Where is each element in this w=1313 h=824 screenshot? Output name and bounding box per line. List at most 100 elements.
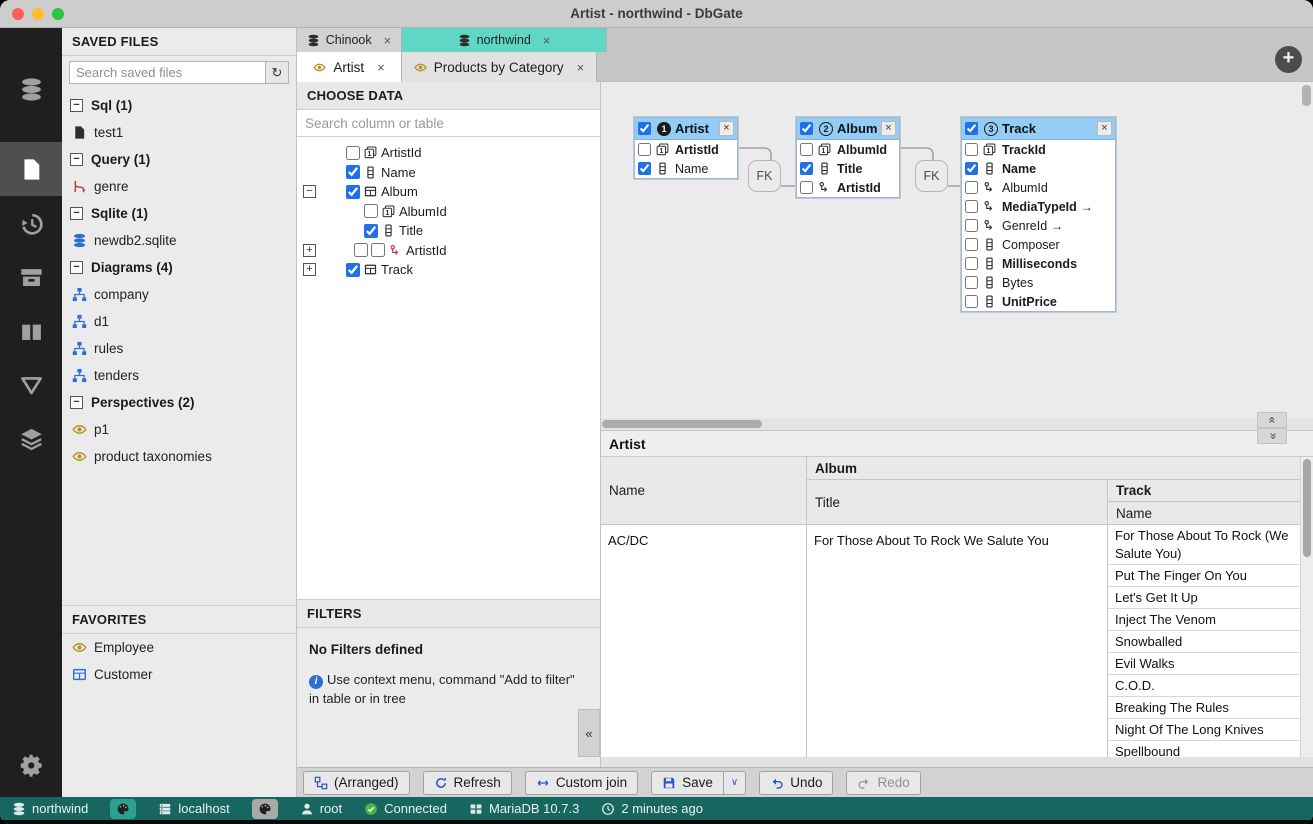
diagram-column-track-milliseconds[interactable]: Milliseconds: [962, 254, 1115, 273]
checkbox-artistid[interactable]: [346, 146, 360, 160]
collapse-designer-button[interactable]: «: [1257, 412, 1287, 428]
checkbox-albumid[interactable]: [364, 204, 378, 218]
tree-item-album[interactable]: −Album: [297, 182, 600, 202]
diagram-column-track-bytes[interactable]: Bytes: [962, 273, 1115, 292]
collapse-panel-button[interactable]: «: [578, 709, 600, 757]
album-title-cell[interactable]: For Those About To Rock We Salute You: [807, 525, 1107, 556]
diagram-column-track-name[interactable]: Name: [962, 159, 1115, 178]
table-checkbox-artist[interactable]: [638, 122, 651, 135]
column-checkbox-title[interactable]: [800, 162, 813, 175]
saved-files-search-input[interactable]: [69, 61, 266, 84]
track-cell[interactable]: Night Of The Long Knives: [1108, 719, 1300, 741]
diagram-column-track-composer[interactable]: Composer: [962, 235, 1115, 254]
track-cell[interactable]: Evil Walks: [1108, 653, 1300, 675]
arranged-button[interactable]: (Arranged): [303, 771, 410, 795]
column-header-album[interactable]: Album: [807, 457, 1300, 480]
file-item-rules[interactable]: rules: [62, 335, 296, 362]
diagram-table-album[interactable]: 2Album×1AlbumIdTitleArtistId: [796, 117, 900, 198]
diagram-canvas[interactable]: FK FK 1Artist×1ArtistIdName2Album×1Album…: [601, 82, 1313, 418]
rail-item-files[interactable]: [0, 142, 62, 196]
checkbox-title[interactable]: [364, 224, 378, 238]
column-checkbox-albumid[interactable]: [800, 143, 813, 156]
diagram-table-track[interactable]: 3Track×1TrackIdNameAlbumIdMediaTypeId→Ge…: [961, 117, 1116, 312]
tree-item-artistid[interactable]: +ArtistId: [297, 241, 600, 261]
file-group-sql-1[interactable]: −Sql (1): [62, 92, 296, 119]
close-tab-icon[interactable]: ×: [377, 60, 385, 75]
settings-button[interactable]: [0, 745, 62, 785]
column-checkbox-milliseconds[interactable]: [965, 257, 978, 270]
save-dropdown-button[interactable]: ∨: [724, 771, 746, 795]
file-group-diagrams-4[interactable]: −Diagrams (4): [62, 254, 296, 281]
tree-item-name[interactable]: +Name: [297, 163, 600, 183]
close-tab-icon[interactable]: ×: [543, 33, 551, 48]
column-checkbox-albumid[interactable]: [965, 181, 978, 194]
add-tab-button[interactable]: +: [1275, 46, 1302, 73]
expand-results-button[interactable]: «: [1257, 428, 1287, 444]
file-item-product-taxonomies[interactable]: product taxonomies: [62, 443, 296, 470]
connection-color-badge-gray[interactable]: [252, 799, 278, 819]
plus-expander-icon[interactable]: +: [303, 263, 316, 276]
column-header-track-name[interactable]: Name: [1108, 502, 1300, 525]
track-cell[interactable]: C.O.D.: [1108, 675, 1300, 697]
diagram-table-header[interactable]: 3Track×: [962, 118, 1115, 140]
column-checkbox-artistid[interactable]: [800, 181, 813, 194]
tree-item-artistid[interactable]: +1ArtistId: [297, 143, 600, 163]
diagram-column-album-artistid[interactable]: ArtistId: [797, 178, 899, 197]
tree-item-track[interactable]: +Track: [297, 260, 600, 280]
refresh-button[interactable]: Refresh: [423, 771, 512, 795]
column-checkbox-unitprice[interactable]: [965, 295, 978, 308]
diagram-horizontal-scrollbar[interactable]: [601, 418, 1313, 430]
checkbox-album[interactable]: [346, 185, 360, 199]
vertical-scrollbar-thumb[interactable]: [1303, 459, 1311, 557]
column-checkbox-mediatypeid[interactable]: [965, 200, 978, 213]
close-tab-icon[interactable]: ×: [384, 33, 392, 48]
table-checkbox-track[interactable]: [965, 122, 978, 135]
track-cell[interactable]: Inject The Venom: [1108, 609, 1300, 631]
connection-color-badge-teal[interactable]: [110, 799, 136, 819]
favorite-item-customer[interactable]: Customer: [62, 661, 296, 688]
database-tab-chinook[interactable]: Chinook×: [297, 28, 402, 52]
close-icon[interactable]: ×: [881, 121, 896, 136]
artist-name-cell[interactable]: AC/DC: [601, 525, 806, 556]
column-checkbox-name[interactable]: [638, 162, 651, 175]
diagram-column-artist-artistid[interactable]: 1ArtistId: [635, 140, 737, 159]
rail-item-history[interactable]: [0, 196, 62, 250]
refresh-files-button[interactable]: ↻: [266, 61, 289, 84]
diagram-table-header[interactable]: 1Artist×: [635, 118, 737, 140]
file-group-sqlite-1[interactable]: −Sqlite (1): [62, 200, 296, 227]
file-item-genre[interactable]: genre: [62, 173, 296, 200]
custom-join-button[interactable]: Custom join: [525, 771, 638, 795]
tree-item-albumid[interactable]: +1AlbumId: [297, 202, 600, 222]
horizontal-scrollbar-thumb[interactable]: [602, 420, 762, 428]
rail-item-archive[interactable]: [0, 250, 62, 304]
column-checkbox-name[interactable]: [965, 162, 978, 175]
plus-expander-icon[interactable]: +: [303, 244, 316, 257]
column-header-track[interactable]: Track: [1108, 480, 1300, 502]
diagram-table-header[interactable]: 2Album×: [797, 118, 899, 140]
column-header-title[interactable]: Title: [807, 480, 1107, 525]
rail-item-databases[interactable]: [0, 62, 62, 116]
column-header-name[interactable]: Name: [601, 457, 806, 525]
minus-expander-icon[interactable]: −: [303, 185, 316, 198]
close-window-button[interactable]: [12, 8, 24, 20]
favorite-item-employee[interactable]: Employee: [62, 634, 296, 661]
file-group-query-1[interactable]: −Query (1): [62, 146, 296, 173]
column-checkbox-trackid[interactable]: [965, 143, 978, 156]
database-tab-northwind[interactable]: northwind×: [402, 28, 607, 52]
diagram-column-track-mediatypeid[interactable]: MediaTypeId→: [962, 197, 1115, 216]
rail-item-filter[interactable]: [0, 358, 62, 412]
track-cell[interactable]: Breaking The Rules: [1108, 697, 1300, 719]
close-tab-icon[interactable]: ×: [577, 60, 585, 75]
file-item-p1[interactable]: p1: [62, 416, 296, 443]
checkbox-artistid[interactable]: [354, 243, 368, 257]
column-checkbox-bytes[interactable]: [965, 276, 978, 289]
diagram-vertical-scrollbar[interactable]: [1302, 85, 1311, 106]
track-cell[interactable]: For Those About To Rock (We Salute You): [1108, 525, 1300, 565]
file-item-d1[interactable]: d1: [62, 308, 296, 335]
checkbox-artistid-2[interactable]: [371, 243, 385, 257]
file-item-company[interactable]: company: [62, 281, 296, 308]
results-bottom-scrollbar[interactable]: [601, 757, 1313, 767]
minimize-window-button[interactable]: [32, 8, 44, 20]
column-checkbox-composer[interactable]: [965, 238, 978, 251]
diagram-column-track-albumid[interactable]: AlbumId: [962, 178, 1115, 197]
